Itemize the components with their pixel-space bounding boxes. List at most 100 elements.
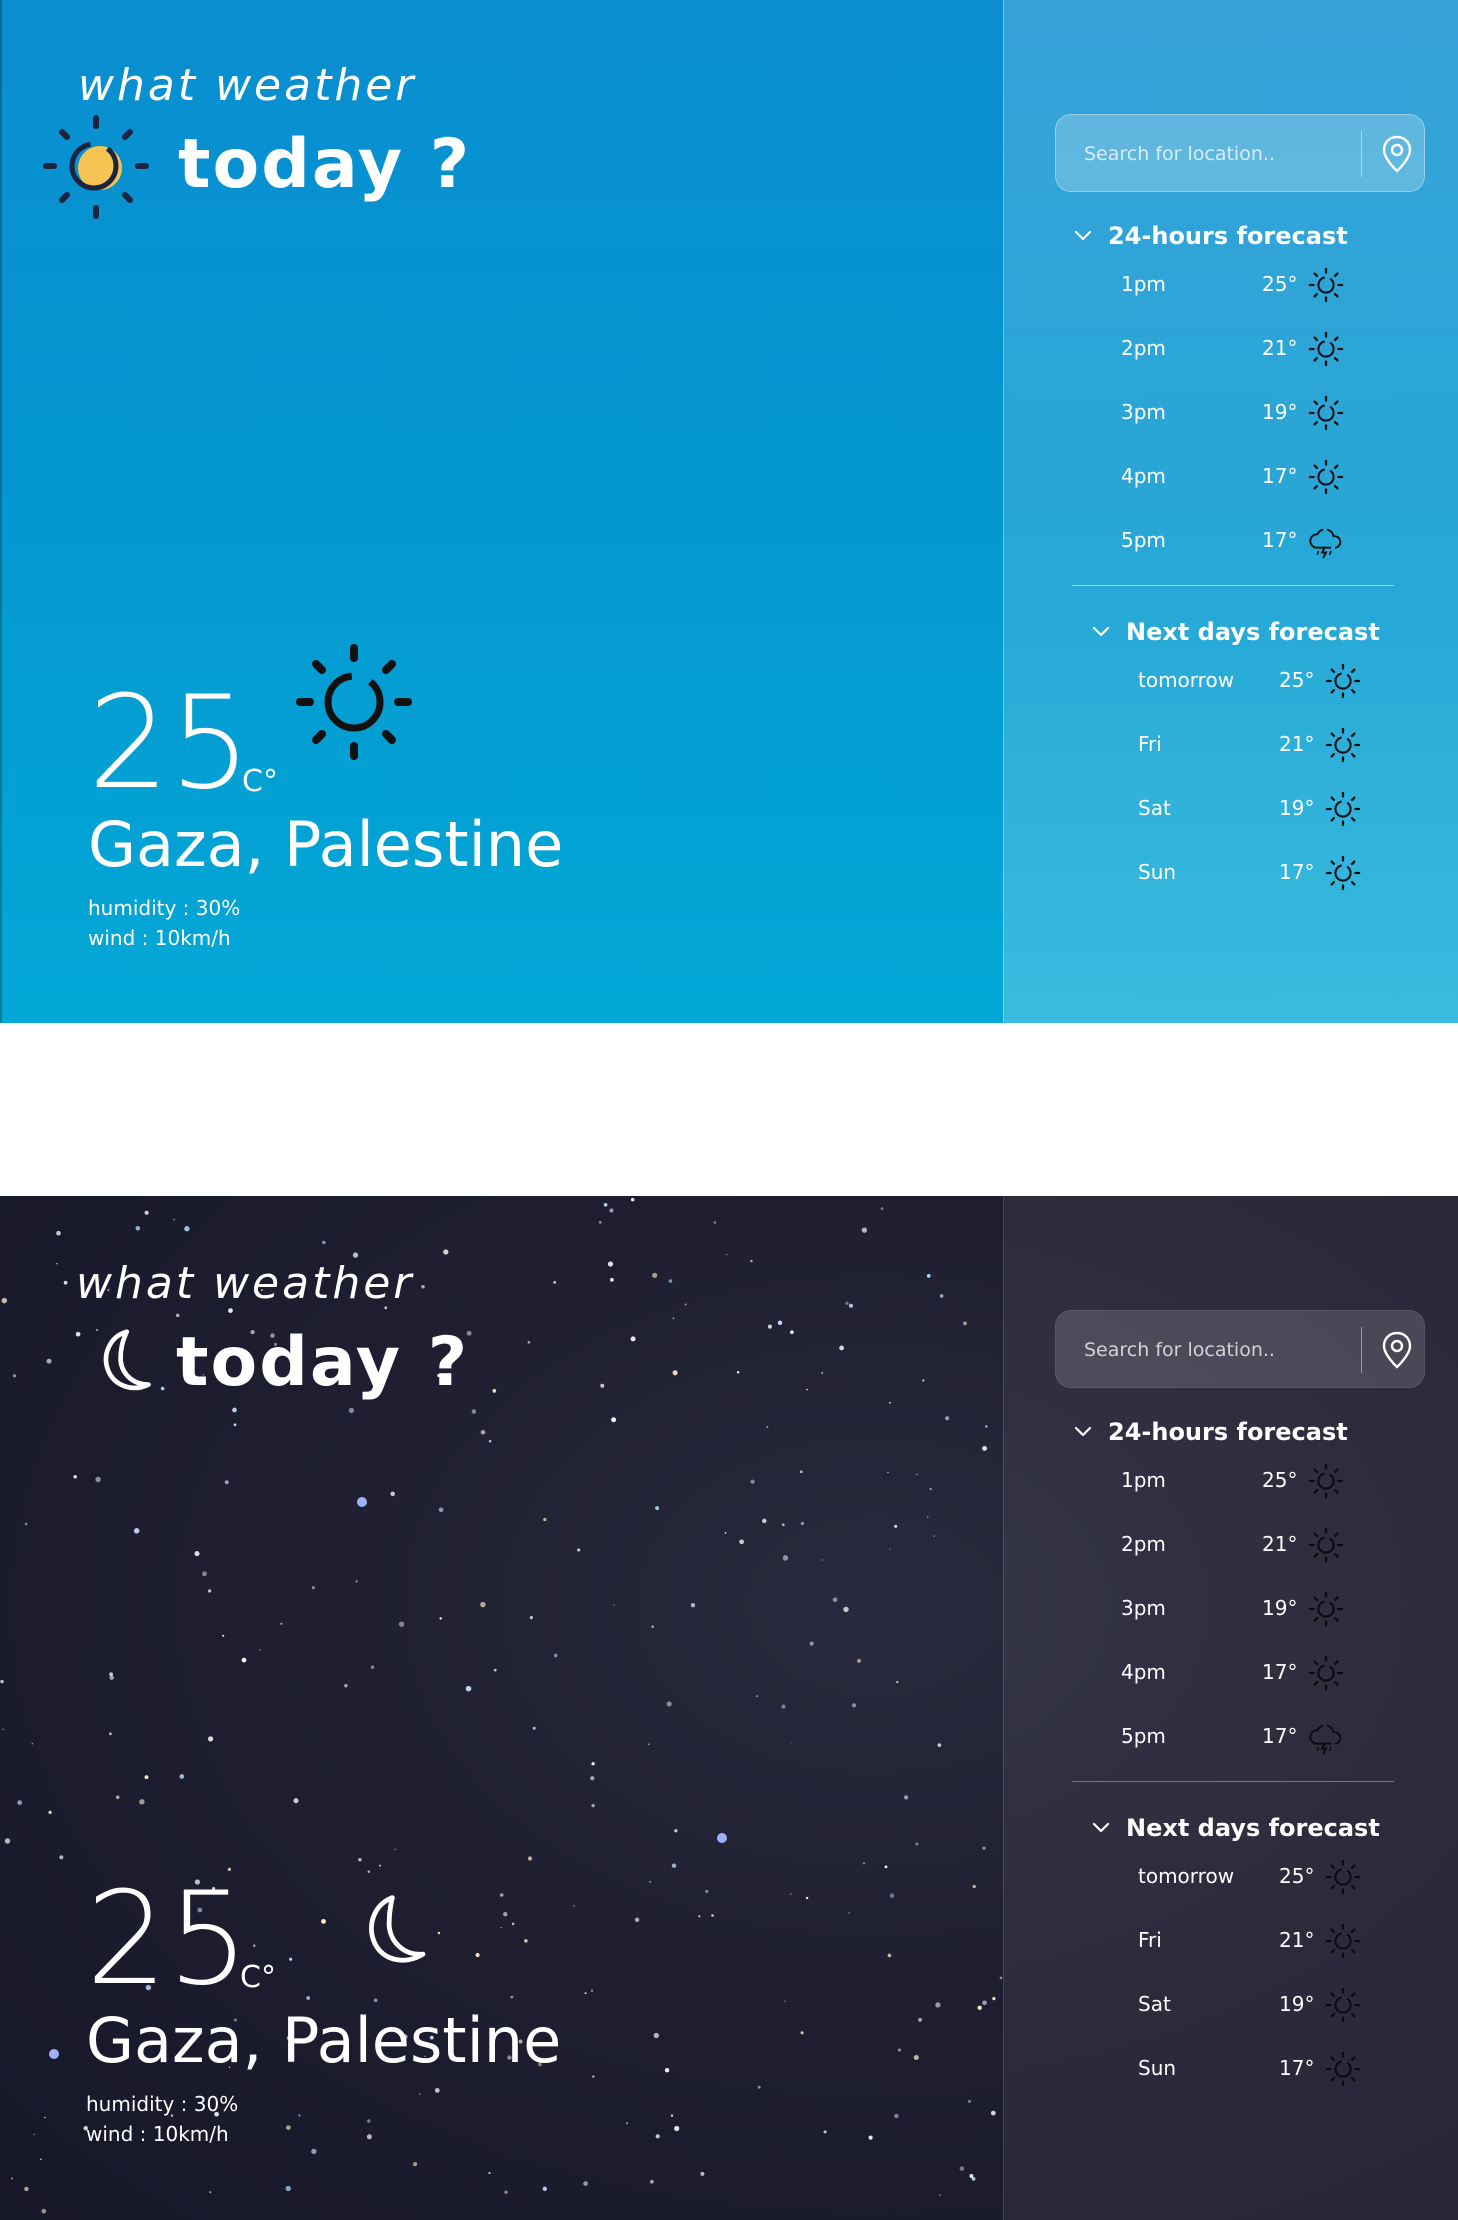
moon-logo-icon [103,1329,151,1391]
forecast-time: 3pm [1121,1596,1166,1620]
forecast-day: Sun [1138,2056,1177,2080]
forecast-day: Sat [1138,796,1171,820]
hours-forecast-toggle[interactable]: 24-hours forecast [1072,1418,1348,1446]
day-forecast-row: tomorrow 25° [1138,1856,1378,1896]
search-box [1055,114,1425,193]
hour-forecast-row: 4pm 17° [1121,1652,1361,1692]
sun-icon [1324,854,1362,892]
sun-icon [1307,1590,1345,1628]
hours-forecast-title: 24-hours forecast [1108,222,1348,250]
sun-icon [1307,266,1345,304]
chevron-down-icon [1072,1421,1094,1443]
hour-forecast-row: 3pm 19° [1121,1588,1361,1628]
sun-icon [1324,662,1362,700]
brand-title: today ? [176,1323,470,1402]
day-forecast-row: Fri 21° [1138,1920,1378,1960]
day-forecast-row: Sat 19° [1138,1984,1378,2024]
current-temperature: 25 [86,1865,249,2014]
main-weather-area: what weather today ? 25 C° Gaza, Palesti… [0,1196,1003,2220]
chevron-down-icon [1090,621,1112,643]
location-pin-icon[interactable] [1374,131,1420,177]
day-weather-view: what weather today ? 25 C° Gaza, Palesti… [0,0,1458,1023]
humidity-readout: humidity : 30% [88,896,241,920]
search-divider [1361,1327,1362,1373]
sun-icon [1324,1986,1362,2024]
forecast-sidebar: 24-hours forecast 1pm 25° 2pm 21° 3pm 19° 4pm 1… [1003,1196,1458,2220]
city-name: Gaza, Palestine [88,808,564,881]
forecast-temperature: 21° [1279,732,1315,756]
hour-forecast-row: 2pm 21° [1121,1524,1361,1564]
forecast-temperature: 21° [1262,1532,1298,1556]
sun-icon [1307,1526,1345,1564]
location-search-input[interactable] [1056,1311,1356,1389]
forecast-temperature: 19° [1279,1992,1315,2016]
forecast-time: 1pm [1121,272,1166,296]
chevron-down-icon [1090,1817,1112,1839]
forecast-time: 2pm [1121,336,1166,360]
forecast-temperature: 25° [1262,272,1298,296]
city-name: Gaza, Palestine [86,2004,562,2077]
forecast-temperature: 19° [1262,400,1298,424]
current-weather-moon-icon [369,1895,426,1963]
day-forecast-row: Fri 21° [1138,724,1378,764]
forecast-day: Fri [1138,1928,1162,1952]
forecast-time: 5pm [1121,528,1166,552]
forecast-temperature: 19° [1262,1596,1298,1620]
sun-icon [1324,790,1362,828]
day-forecast-row: Sat 19° [1138,788,1378,828]
hours-forecast-toggle[interactable]: 24-hours forecast [1072,222,1348,250]
section-divider [1072,1781,1394,1782]
current-temperature: 25 [88,669,251,818]
forecast-day: Fri [1138,732,1162,756]
hour-forecast-row: 3pm 19° [1121,392,1361,432]
days-forecast-toggle[interactable]: Next days forecast [1090,618,1380,646]
chevron-down-icon [1072,225,1094,247]
temperature-unit: C° [242,764,278,799]
sun-icon [1324,726,1362,764]
forecast-time: 3pm [1121,400,1166,424]
hours-forecast-title: 24-hours forecast [1108,1418,1348,1446]
search-box [1055,1310,1425,1389]
brand-title: today ? [178,125,472,204]
forecast-temperature: 21° [1279,1928,1315,1952]
forecast-day: tomorrow [1138,668,1235,692]
hour-forecast-row: 1pm 25° [1121,264,1361,304]
sun-icon [1307,1654,1345,1692]
day-forecast-row: tomorrow 25° [1138,660,1378,700]
sun-icon [1307,458,1345,496]
forecast-temperature: 17° [1279,860,1315,884]
days-forecast-title: Next days forecast [1126,618,1380,646]
location-search-input[interactable] [1056,115,1356,193]
panel-gap [0,1023,1458,1196]
forecast-time: 5pm [1121,1724,1166,1748]
forecast-time: 4pm [1121,1660,1166,1684]
brand-tagline: what weather [78,60,417,111]
forecast-temperature: 17° [1262,1660,1298,1684]
sun-icon [1307,1462,1345,1500]
sun-icon [1307,330,1345,368]
location-pin-icon[interactable] [1374,1327,1420,1373]
current-weather-sun-icon [296,644,412,760]
forecast-time: 1pm [1121,1468,1166,1492]
hour-forecast-row: 5pm 17° [1121,1716,1361,1756]
days-forecast-toggle[interactable]: Next days forecast [1090,1814,1380,1842]
forecast-temperature: 17° [1279,2056,1315,2080]
sun-logo-icon [43,115,149,219]
day-forecast-row: Sun 17° [1138,852,1378,892]
search-divider [1361,131,1362,177]
sun-icon [1324,1922,1362,1960]
storm-cloud-icon [1307,1718,1345,1756]
forecast-time: 2pm [1121,1532,1166,1556]
forecast-temperature: 21° [1262,336,1298,360]
forecast-temperature: 17° [1262,528,1298,552]
wind-readout: wind : 10km/h [88,926,231,950]
storm-cloud-icon [1307,522,1345,560]
temperature-unit: C° [240,1960,276,1995]
day-forecast-row: Sun 17° [1138,2048,1378,2088]
forecast-temperature: 17° [1262,1724,1298,1748]
main-weather-area: what weather today ? 25 C° Gaza, Palesti… [0,0,1003,1023]
night-weather-view: what weather today ? 25 C° Gaza, Palesti… [0,1196,1458,2220]
forecast-temperature: 25° [1279,1864,1315,1888]
humidity-readout: humidity : 30% [86,2092,239,2116]
forecast-day: Sat [1138,1992,1171,2016]
